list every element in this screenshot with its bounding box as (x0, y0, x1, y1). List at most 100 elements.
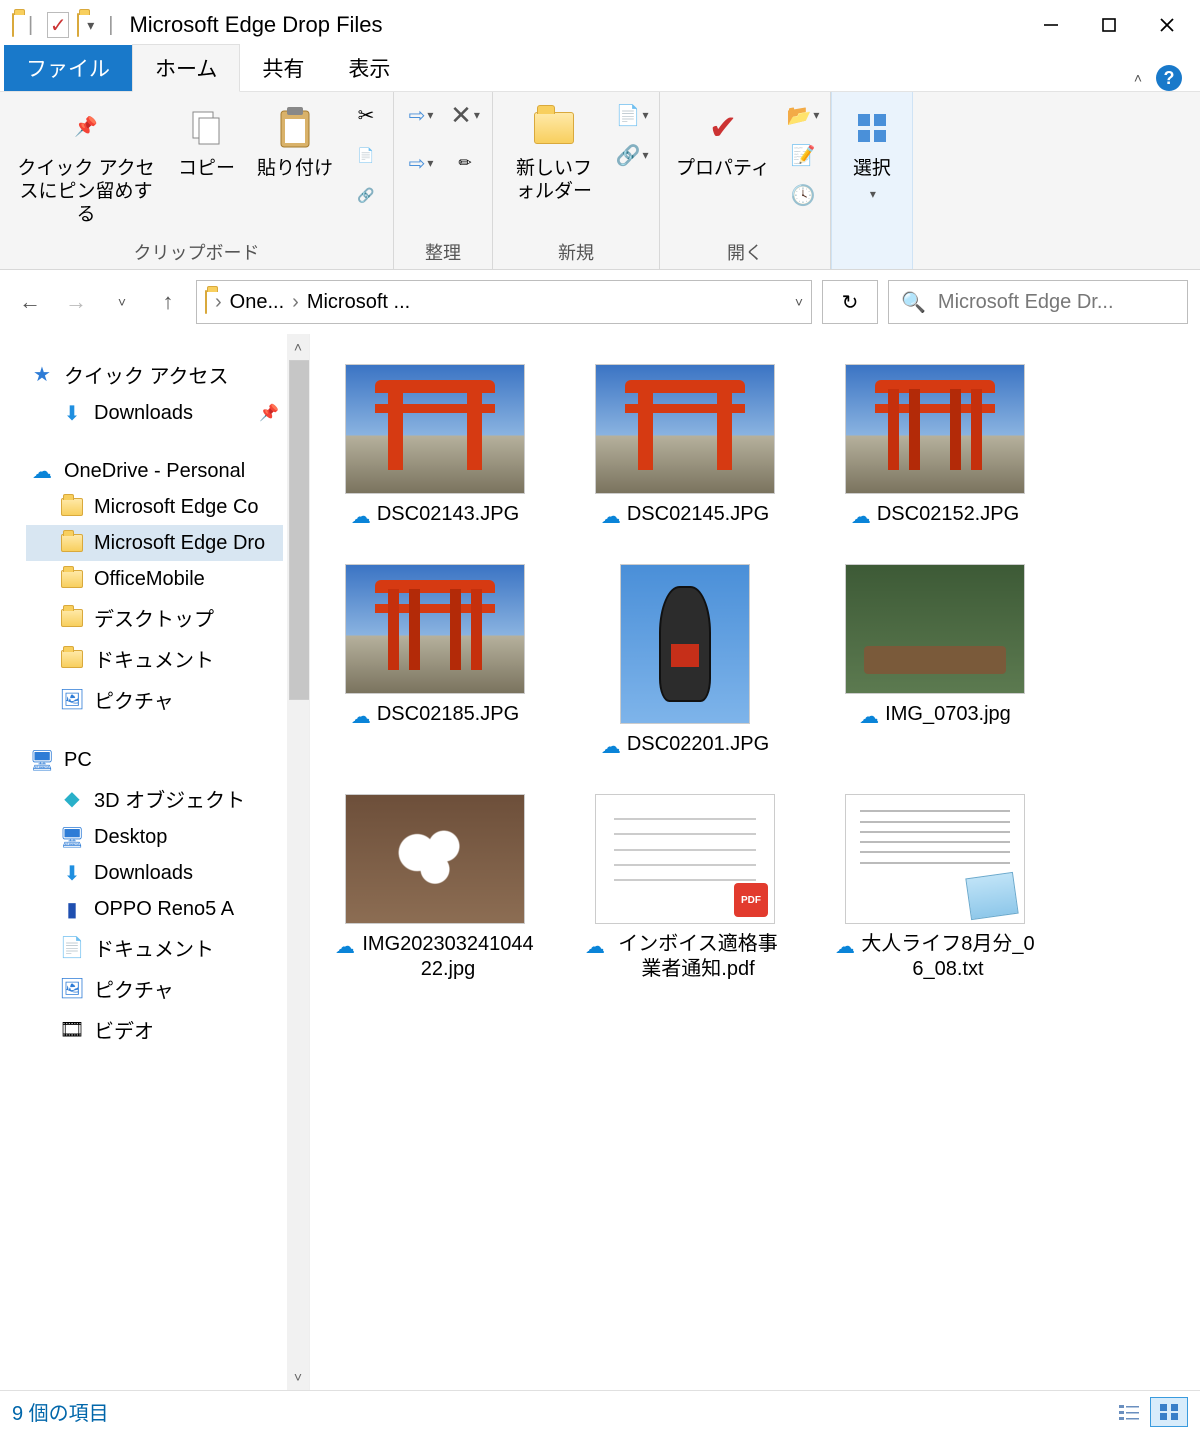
address-dropdown[interactable]: ˅ (795, 294, 803, 310)
onedrive-icon: ☁ (30, 459, 54, 483)
tree-edge-drop[interactable]: Microsoft Edge Dro (26, 525, 283, 561)
tree-pc[interactable]: 🖥PC (26, 742, 283, 778)
address-bar[interactable]: › One... › Microsoft ... ˅ (196, 280, 812, 324)
tree-onedrive[interactable]: ☁OneDrive - Personal (26, 453, 283, 489)
qat-properties-icon[interactable]: ✓ (47, 12, 69, 38)
download-icon: ⬇ (60, 861, 84, 885)
file-name: IMG_0703.jpg (885, 702, 1011, 727)
details-view-button[interactable] (1110, 1397, 1148, 1427)
group-new-label: 新規 (558, 235, 594, 267)
file-item[interactable]: PDF☁インボイス適格事業者通知.pdf (580, 794, 790, 982)
breadcrumb-1[interactable]: One... (230, 291, 284, 314)
file-name: IMG20230324104422.jpg (361, 932, 535, 982)
file-item[interactable]: ☁大人ライフ8月分_06_08.txt (830, 794, 1040, 982)
app-folder-icon (12, 14, 14, 37)
help-icon[interactable]: ? (1156, 65, 1182, 91)
breadcrumb-2[interactable]: Microsoft ... (307, 291, 410, 314)
pictures-icon: 🖼 (60, 688, 84, 712)
file-item[interactable]: ☁IMG_0703.jpg (830, 564, 1040, 760)
new-folder-button[interactable]: 新しいフォルダー (501, 98, 607, 210)
edit-button[interactable]: 📝 (784, 138, 822, 172)
tree-3d[interactable]: ◆3D オブジェクト (26, 778, 283, 819)
file-caption: ☁DSC02145.JPG (601, 502, 769, 530)
copy-label: コピー (178, 158, 235, 181)
thumbnails-view-button[interactable] (1150, 1397, 1188, 1427)
tab-share[interactable]: 共有 (240, 45, 326, 91)
tree-downloads[interactable]: ⬇Downloads📌 (26, 395, 283, 431)
tree-videos-j[interactable]: 🎞ビデオ (26, 1009, 283, 1050)
cut-button[interactable]: ✂ (347, 98, 385, 132)
tab-view[interactable]: 表示 (326, 45, 412, 91)
file-item[interactable]: ☁DSC02185.JPG (330, 564, 540, 760)
recent-locations-button[interactable]: ˅ (104, 284, 140, 320)
folder-icon (60, 606, 84, 630)
search-box[interactable]: 🔍 Microsoft Edge Dr... (888, 280, 1188, 324)
forward-button[interactable]: → (58, 284, 94, 320)
copy-path-button[interactable]: 📄 (347, 138, 385, 172)
easy-access-button[interactable]: 🔗▾ (613, 138, 651, 172)
copy-button[interactable]: コピー (170, 98, 243, 187)
paste-button[interactable]: 貼り付け (249, 98, 341, 187)
refresh-button[interactable]: ↻ (822, 280, 878, 324)
tab-home[interactable]: ホーム (132, 44, 240, 92)
file-item[interactable]: ☁DSC02201.JPG (580, 564, 790, 760)
main: ★クイック アクセス ⬇Downloads📌 ☁OneDrive - Perso… (0, 334, 1200, 1390)
file-item[interactable]: ☁DSC02145.JPG (580, 364, 790, 530)
pin-to-quick-access-button[interactable]: 📌 クイック アクセスにピン留めする (8, 98, 164, 232)
up-button[interactable]: ↑ (150, 284, 186, 320)
tree-label: Desktop (94, 826, 167, 849)
pin-icon: 📌 (62, 104, 110, 152)
tree-pictures-j[interactable]: 🖼ピクチャ (26, 679, 283, 720)
file-caption: ☁インボイス適格事業者通知.pdf (585, 932, 785, 982)
tree-desktop-j[interactable]: デスクトップ (26, 597, 283, 638)
scroll-down-icon[interactable]: ˅ (287, 1366, 309, 1388)
scroll-up-icon[interactable]: ˄ (287, 336, 309, 358)
file-thumbnail (595, 364, 775, 494)
file-item[interactable]: ☁DSC02152.JPG (830, 364, 1040, 530)
titlebar: | ✓ ▾ | Microsoft Edge Drop Files (0, 0, 1200, 50)
open-button[interactable]: 📂▾ (784, 98, 822, 132)
tree-documents-j[interactable]: ドキュメント (26, 638, 283, 679)
paste-shortcut-button[interactable]: 🔗 (347, 178, 385, 212)
qat-newfolder-icon[interactable] (77, 14, 79, 37)
tree-desktop[interactable]: 🖥Desktop (26, 819, 283, 855)
copy-to-button[interactable]: ⇨▾ (402, 146, 440, 180)
file-item[interactable]: ☁DSC02143.JPG (330, 364, 540, 530)
select-button[interactable]: 選択 ▾ (840, 98, 904, 207)
search-icon: 🔍 (901, 290, 926, 315)
content-pane: ☁DSC02143.JPG☁DSC02145.JPG☁DSC02152.JPG☁… (310, 334, 1200, 1390)
tree-pictures-j2[interactable]: 🖼ピクチャ (26, 968, 283, 1009)
file-name: インボイス適格事業者通知.pdf (611, 932, 785, 982)
cloud-status-icon: ☁ (351, 705, 371, 730)
tree-documents-j2[interactable]: 📄ドキュメント (26, 927, 283, 968)
properties-button[interactable]: ✔ プロパティ (668, 98, 778, 187)
tab-file[interactable]: ファイル (4, 45, 132, 91)
tree-edge-co[interactable]: Microsoft Edge Co (26, 489, 283, 525)
close-button[interactable] (1138, 5, 1196, 45)
back-button[interactable]: ← (12, 284, 48, 320)
tree-label: Microsoft Edge Co (94, 496, 259, 519)
new-item-button[interactable]: 📄▾ (613, 98, 651, 132)
select-icon (848, 104, 896, 152)
move-to-button[interactable]: ⇨▾ (402, 98, 440, 132)
tree-oppo[interactable]: ▮OPPO Reno5 A (26, 891, 283, 927)
pin-icon: 📌 (259, 403, 279, 423)
file-item[interactable]: ☁IMG20230324104422.jpg (330, 794, 540, 982)
group-clipboard: 📌 クイック アクセスにピン留めする コピー 貼り付け ✂ 📄 🔗 クリップボー… (0, 92, 394, 269)
navigation-pane: ★クイック アクセス ⬇Downloads📌 ☁OneDrive - Perso… (0, 334, 310, 1390)
scroll-thumb[interactable] (289, 360, 310, 700)
maximize-button[interactable] (1080, 5, 1138, 45)
status-count: 9 個の項目 (12, 1397, 109, 1426)
minimize-button[interactable] (1022, 5, 1080, 45)
folder-icon (60, 567, 84, 591)
rename-button[interactable]: ✏ (446, 146, 484, 180)
tree-quick-access[interactable]: ★クイック アクセス (26, 354, 283, 395)
tree-officemobile[interactable]: OfficeMobile (26, 561, 283, 597)
qat-customize[interactable]: ▾ (87, 17, 94, 34)
history-button[interactable]: 🕓 (784, 178, 822, 212)
delete-button[interactable]: ✕▾ (446, 98, 484, 132)
nav-scrollbar[interactable]: ˄ ˅ (287, 334, 309, 1390)
tree-label: ドキュメント (94, 644, 214, 673)
ribbon-collapse[interactable]: ˄ (1134, 70, 1142, 86)
tree-downloads2[interactable]: ⬇Downloads (26, 855, 283, 891)
